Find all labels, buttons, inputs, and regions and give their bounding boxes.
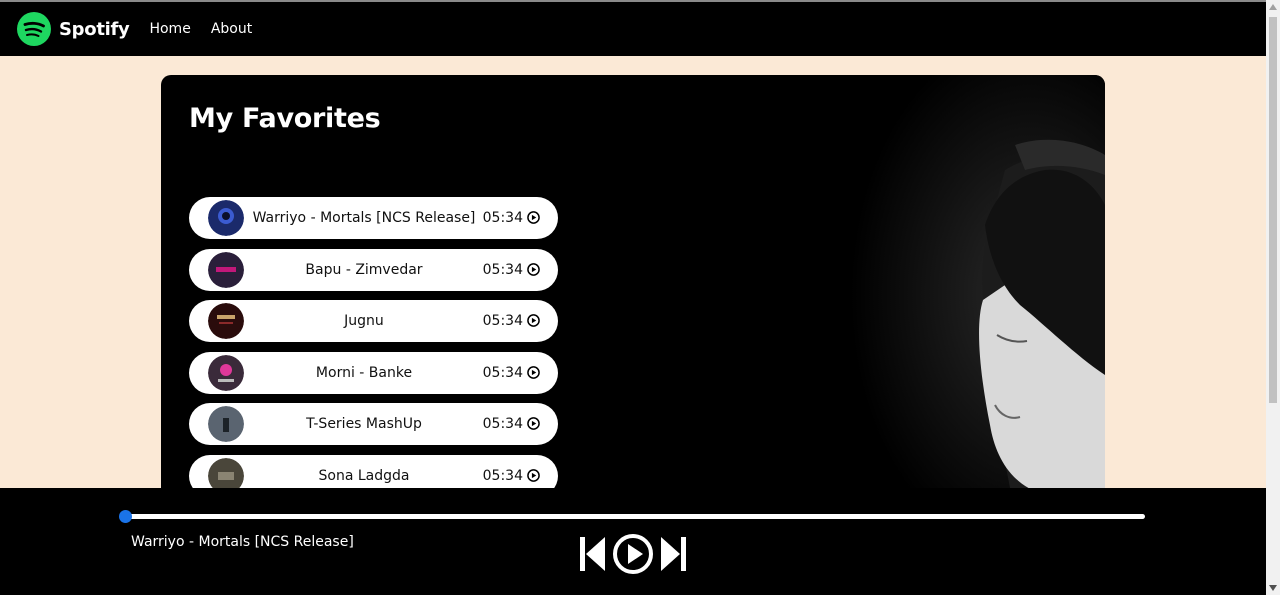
play-circle-icon[interactable]	[527, 211, 540, 224]
song-title: Sona Ladgda	[318, 467, 410, 484]
song-duration: 05:34	[482, 416, 523, 432]
song-item-2[interactable]: Bapu - Zimvedar 05:34	[189, 248, 558, 291]
play-circle-icon[interactable]	[527, 468, 540, 482]
now-playing-title: Warriyo - Mortals [NCS Release]	[131, 534, 354, 550]
song-title: T-Series MashUp	[306, 416, 422, 432]
progress-thumb[interactable]	[119, 510, 132, 523]
previous-track-icon[interactable]	[578, 534, 606, 574]
nav-link-about[interactable]: About	[211, 21, 252, 37]
song-title: Bapu - Zimvedar	[305, 261, 423, 278]
song-cover-image	[208, 303, 244, 339]
scroll-down-arrow-icon[interactable]	[1266, 581, 1280, 595]
nav-link-home[interactable]: Home	[149, 21, 190, 37]
player-bar: Warriyo - Mortals [NCS Release]	[0, 488, 1266, 595]
background-portrait-image	[805, 75, 1105, 515]
scrollbar-thumb[interactable]	[1269, 17, 1277, 403]
song-cover-image	[208, 200, 244, 236]
song-duration: 05:34	[482, 261, 523, 278]
progress-slider[interactable]	[119, 510, 1145, 523]
song-duration: 05:34	[482, 210, 523, 226]
navbar: Spotify Home About	[0, 2, 1266, 56]
song-item-1[interactable]: Warriyo - Mortals [NCS Release] 05:34	[189, 197, 558, 239]
next-track-icon[interactable]	[660, 534, 688, 574]
brand-logo[interactable]: Spotify	[17, 12, 130, 46]
song-item-3[interactable]: Jugnu 05:34	[189, 300, 558, 342]
song-list: Warriyo - Mortals [NCS Release] 05:34 Ba…	[189, 197, 558, 506]
song-title: Warriyo - Mortals [NCS Release]	[252, 210, 476, 226]
play-circle-icon[interactable]	[527, 365, 540, 379]
vertical-scrollbar[interactable]	[1266, 0, 1280, 595]
song-duration: 05:34	[482, 467, 523, 484]
spotify-logo-icon	[17, 12, 51, 46]
song-title: Morni - Banke	[315, 364, 413, 381]
song-item-5[interactable]: T-Series MashUp 05:34	[189, 403, 558, 445]
song-cover-image	[208, 251, 244, 288]
brand-name: Spotify	[59, 18, 130, 40]
song-duration: 05:34	[482, 313, 523, 329]
song-cover-image	[208, 354, 244, 391]
song-duration: 05:34	[482, 364, 523, 381]
play-circle-icon[interactable]	[527, 262, 540, 276]
playback-controls	[578, 533, 688, 575]
song-title: Jugnu	[344, 313, 384, 329]
play-button-icon[interactable]	[612, 533, 654, 575]
scroll-up-arrow-icon[interactable]	[1266, 0, 1280, 14]
play-circle-icon[interactable]	[527, 417, 540, 430]
song-cover-image	[208, 406, 244, 442]
play-circle-icon[interactable]	[527, 314, 540, 327]
favorites-panel: My Favorites Warriyo - Mortals [NCS Rele…	[161, 75, 1105, 515]
song-item-4[interactable]: Morni - Banke 05:34	[189, 351, 558, 394]
page-title: My Favorites	[189, 103, 381, 134]
